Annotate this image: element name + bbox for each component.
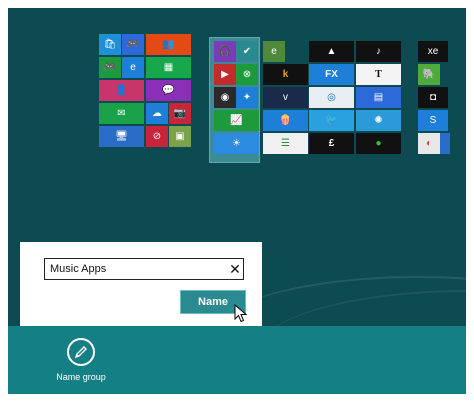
nyt-tile[interactable]: T xyxy=(356,64,401,85)
chrome-icon: ◐ xyxy=(425,137,433,149)
fx-tile[interactable]: FX xyxy=(309,64,354,85)
xbox-games-tile[interactable]: 🎮 xyxy=(122,34,144,55)
photos-tile[interactable]: ▣ xyxy=(169,126,191,147)
podcast-tile[interactable]: ◉ xyxy=(214,87,236,108)
orb-icon: ● xyxy=(375,137,382,149)
star-icon: ✦ xyxy=(242,91,252,103)
music-tile[interactable]: 🎧 xyxy=(214,41,236,62)
mouse-cursor-icon xyxy=(234,304,248,323)
headphones-icon: 🎧 xyxy=(218,45,232,57)
name-group-label: Name group xyxy=(56,372,106,382)
contact-card-icon: 👤 xyxy=(115,84,128,96)
xbox-tile[interactable]: ⊗ xyxy=(236,64,258,85)
xe-logo-icon: xe xyxy=(427,45,439,57)
name-group-dialog: ✕ Name xyxy=(20,242,262,328)
sun-icon: ☀ xyxy=(232,137,241,149)
maps-tile[interactable]: ⊘ xyxy=(146,126,168,147)
pound-icon: £ xyxy=(328,137,335,149)
games-app-tile[interactable]: ✦ xyxy=(236,87,258,108)
evernote-tile[interactable]: 🐘 xyxy=(418,64,440,85)
camera-icon: ◘ xyxy=(429,91,437,103)
contacts-tile[interactable]: 👤 xyxy=(99,80,144,101)
close-icon: ✕ xyxy=(229,260,241,277)
list-icon: ☰ xyxy=(281,137,290,149)
xe-tile[interactable]: xe xyxy=(418,41,448,62)
controller-icon: 🎮 xyxy=(126,38,140,50)
skydrive-tile[interactable]: ☁ xyxy=(146,103,168,124)
controller-icon: 🎮 xyxy=(103,61,117,73)
games-tile[interactable]: 🎮 xyxy=(99,57,121,78)
finance-tile[interactable]: 📈 xyxy=(214,110,259,131)
podcast-icon: ◉ xyxy=(220,91,230,103)
partial-tile[interactable] xyxy=(440,133,450,154)
map-icon: ⊘ xyxy=(152,130,162,142)
people-tile[interactable]: 👥 xyxy=(146,34,191,55)
message-icon: 💬 xyxy=(162,84,175,96)
camera-icon: 📷 xyxy=(173,107,187,119)
internet-explorer-icon: e xyxy=(271,45,277,57)
skype-icon: S xyxy=(429,114,437,126)
nyt-logo-icon: T xyxy=(375,68,382,80)
news-tile[interactable]: ▤ xyxy=(356,87,401,108)
monitor-icon: 🖥 xyxy=(115,130,128,142)
ie-green-tile[interactable]: e xyxy=(263,41,285,62)
name-group-button[interactable]: Name group xyxy=(46,338,116,392)
mail-icon: ✉ xyxy=(117,107,126,119)
clear-input-button[interactable]: ✕ xyxy=(227,260,243,278)
bird-icon: 🐦 xyxy=(325,114,338,126)
chart-icon: 📈 xyxy=(230,114,243,126)
chrome-tile[interactable]: ◐ xyxy=(418,133,440,154)
music-note-icon: ♪ xyxy=(376,45,381,57)
xbox-icon: ⊗ xyxy=(242,68,252,80)
popcorn-icon: 🍿 xyxy=(279,114,292,126)
calendar-tile[interactable]: ▦ xyxy=(146,57,191,78)
guitar-tile[interactable]: ♪ xyxy=(356,41,401,62)
news-icon: ▤ xyxy=(373,91,384,103)
internet-explorer-tile[interactable]: e xyxy=(122,57,144,78)
target-icon: ◎ xyxy=(327,91,336,103)
fx-logo-icon: FX xyxy=(325,68,338,80)
group-name-input[interactable] xyxy=(44,258,244,280)
photo-icon: ▣ xyxy=(175,130,185,142)
video-tile[interactable]: ▶ xyxy=(214,64,236,85)
skype-tile[interactable]: S xyxy=(418,110,448,131)
metro-tile[interactable]: ◎ xyxy=(309,87,354,108)
app-bar: Name group xyxy=(8,326,466,394)
camera-tile[interactable]: 📷 xyxy=(169,103,191,124)
start-screen: 🛍 🎮 👥 🎮 e ▦ 👤 💬 ✉ ☁ 📷 🖥 ⊘ ▣ 🎧 ✔ ▶ ⊗ ◉ ✦ … xyxy=(8,8,466,394)
selection-check-tile[interactable]: ✔ xyxy=(236,41,258,62)
tweet-tile[interactable]: 🐦 xyxy=(309,110,354,131)
kayak-tile[interactable]: ☰ xyxy=(263,133,308,154)
messaging-tile[interactable]: 💬 xyxy=(146,80,191,101)
camera-app-tile[interactable]: ◘ xyxy=(418,87,448,108)
kindle-logo-icon: k xyxy=(282,68,289,80)
pencil-icon xyxy=(67,338,95,366)
play-icon: ▶ xyxy=(221,68,229,80)
mail-tile[interactable]: ✉ xyxy=(99,103,144,124)
store-tile[interactable]: 🛍 xyxy=(99,34,121,55)
store-icon: 🛍 xyxy=(103,38,117,50)
remote-desktop-tile[interactable]: 🖥 xyxy=(99,126,144,147)
deezer-tile[interactable]: ▲ xyxy=(309,41,354,62)
pound-tile[interactable]: £ xyxy=(309,133,354,154)
kindle-tile[interactable]: k xyxy=(263,64,308,85)
xbox-green-tile[interactable]: ● xyxy=(356,133,401,154)
people-icon: 👥 xyxy=(162,38,175,50)
vimeo-tile[interactable]: v xyxy=(263,87,308,108)
vimeo-icon: v xyxy=(283,91,288,103)
peacock-icon: ✺ xyxy=(374,114,383,126)
internet-explorer-icon: e xyxy=(130,61,136,73)
cloud-icon: ☁ xyxy=(152,107,162,119)
checkmark-icon: ✔ xyxy=(242,45,252,57)
calendar-icon: ▦ xyxy=(163,61,174,73)
nbc-tile[interactable]: ✺ xyxy=(356,110,401,131)
popcorn-tile[interactable]: 🍿 xyxy=(263,110,308,131)
weather-tile[interactable]: ☀ xyxy=(214,133,259,154)
triangle-icon: ▲ xyxy=(326,45,337,57)
evernote-icon: 🐘 xyxy=(422,68,436,80)
